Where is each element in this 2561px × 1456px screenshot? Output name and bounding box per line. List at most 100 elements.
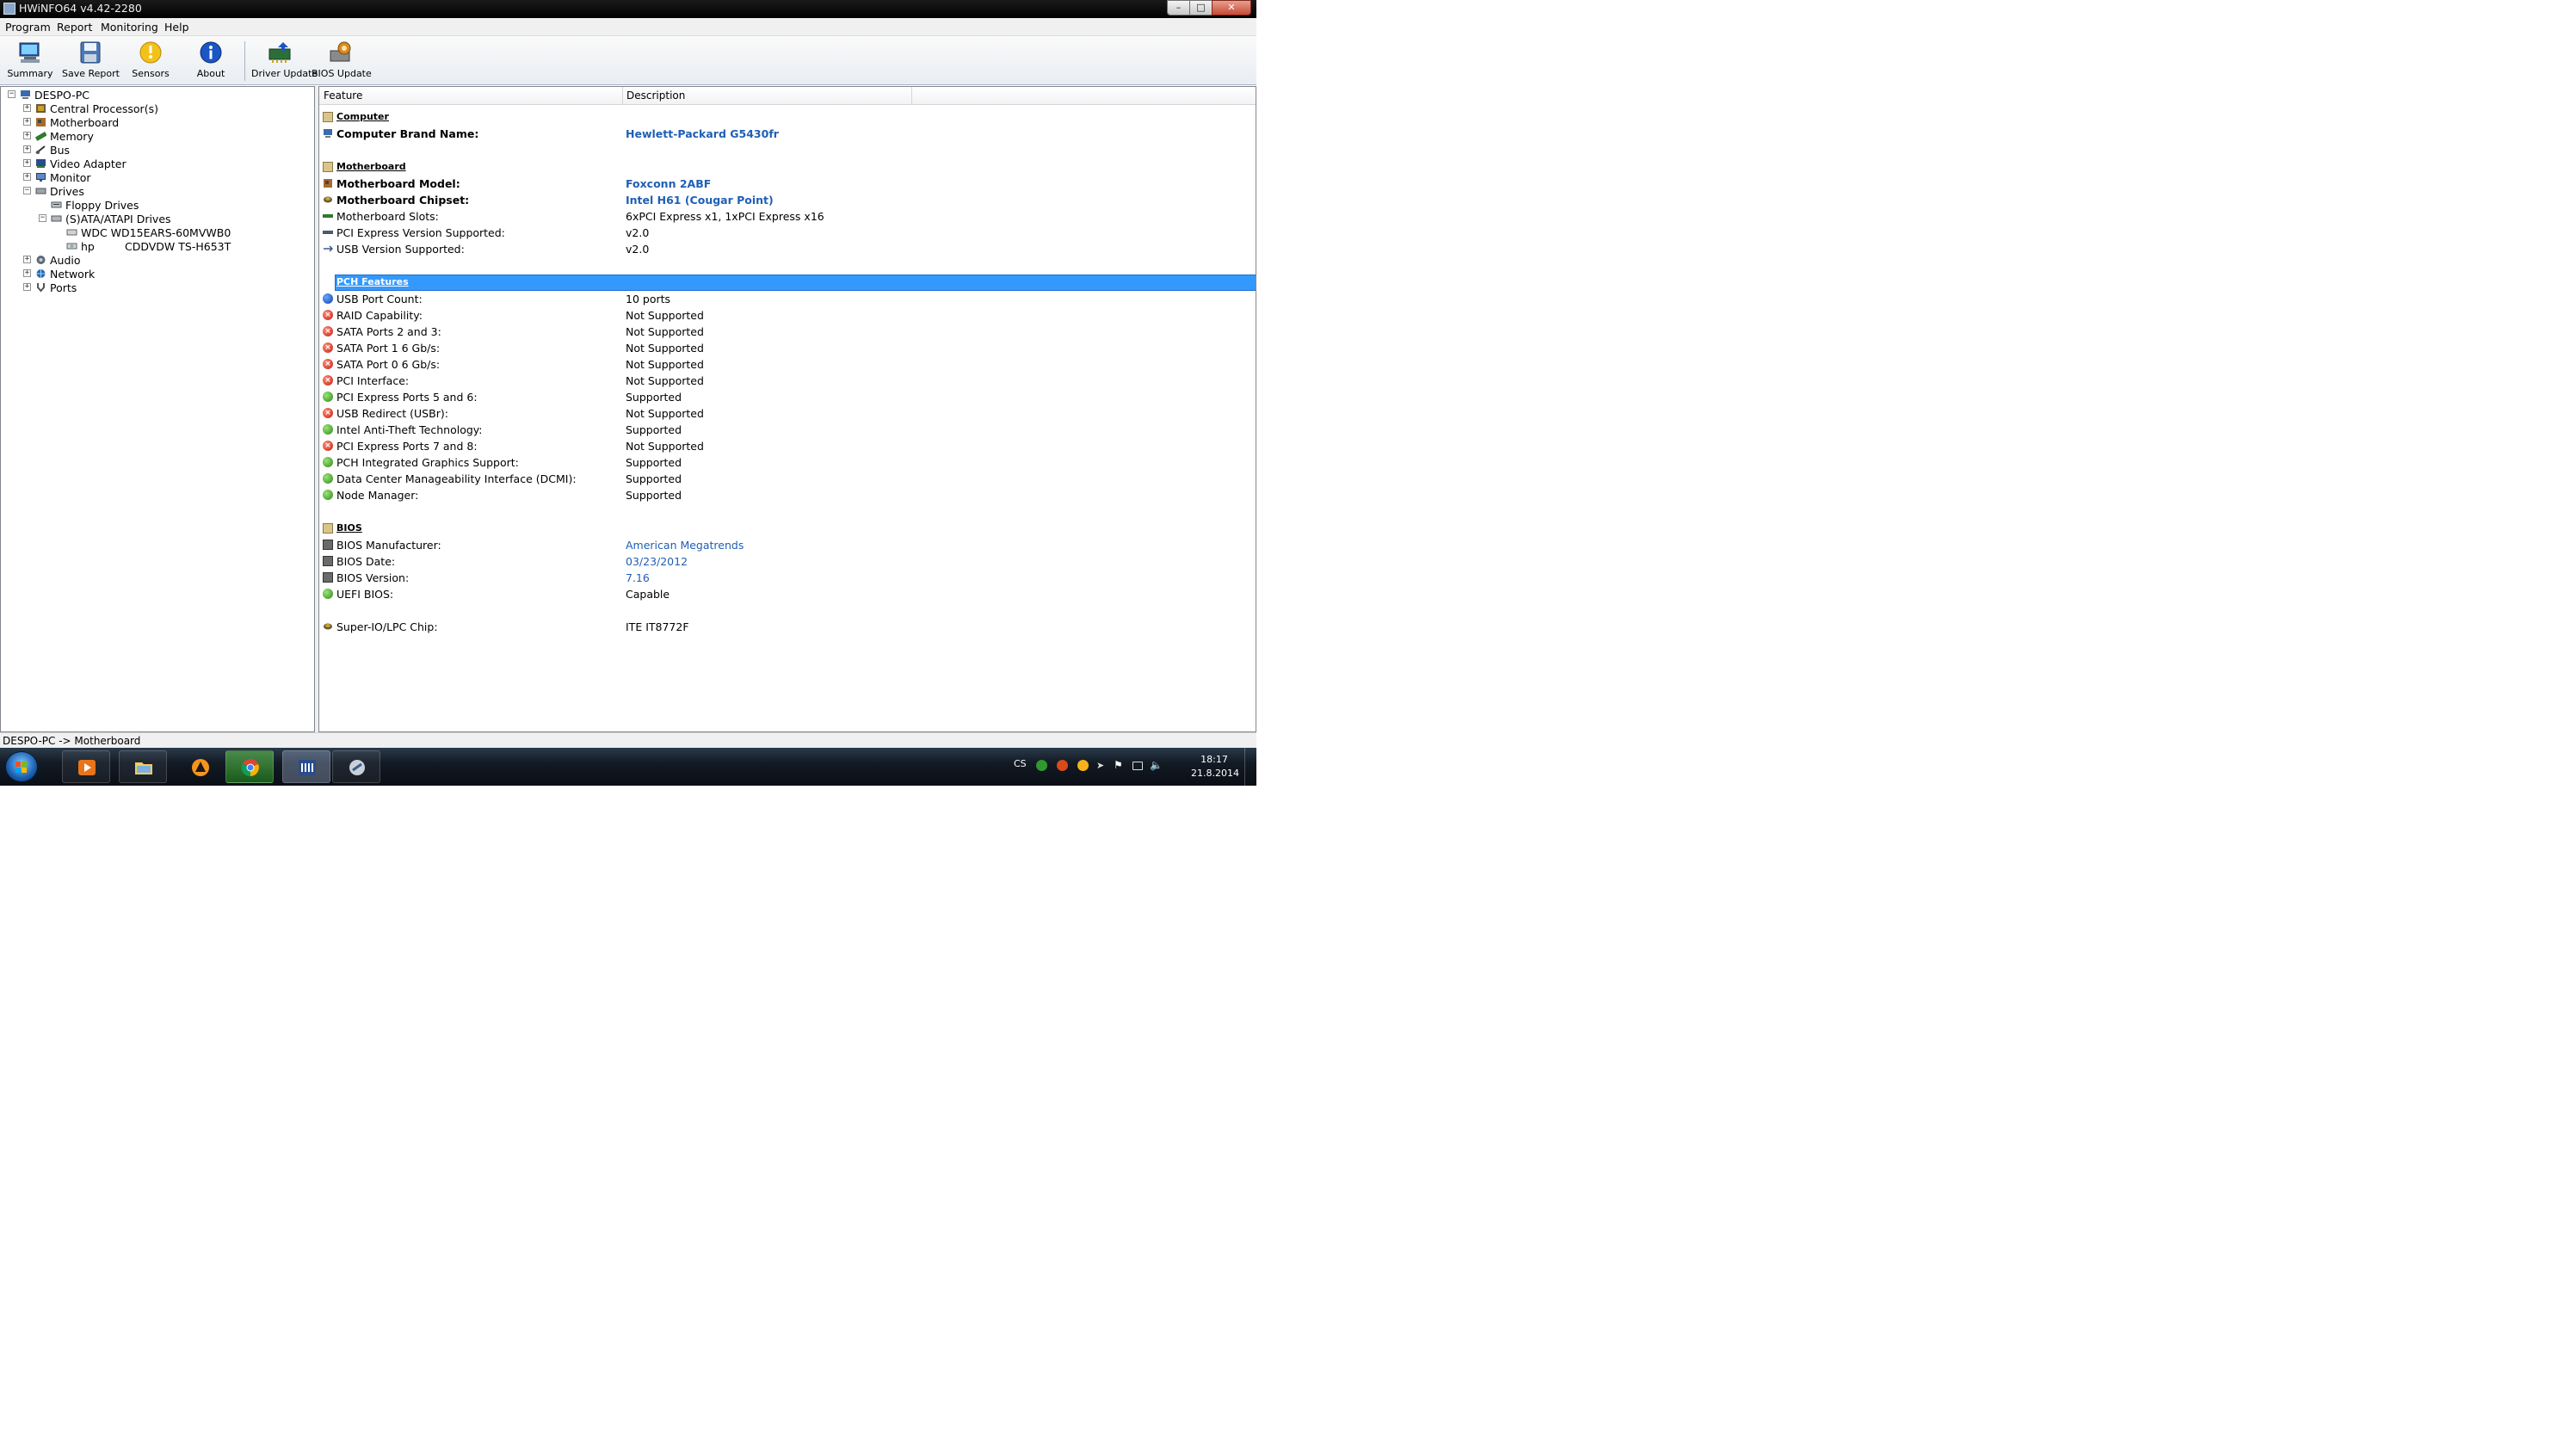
- list-item-pch-feature[interactable]: × SATA Port 1 6 Gb/s: Not Supported: [319, 340, 1256, 356]
- maximize-button[interactable]: □: [1189, 0, 1213, 15]
- list-item-pch-feature[interactable]: × PCI Express Ports 7 and 8: Not Supported: [319, 438, 1256, 454]
- feature-value: Supported: [626, 472, 682, 485]
- list-item-pch-feature[interactable]: USB Port Count: 10 ports: [319, 291, 1256, 307]
- taskbar-hwinfo[interactable]: [282, 750, 330, 783]
- sensors-button[interactable]: Sensors: [122, 38, 179, 83]
- feature-label: Intel Anti-Theft Technology:: [336, 423, 483, 436]
- detail-list[interactable]: Feature Description Computer Computer Br…: [318, 86, 1256, 732]
- list-item-pch-feature[interactable]: × SATA Port 0 6 Gb/s: Not Supported: [319, 356, 1256, 373]
- feature-value: Not Supported: [626, 440, 704, 453]
- supported-icon: [323, 424, 333, 435]
- device-tree[interactable]: − DESPO-PC + Central Processor(s) + Moth…: [0, 86, 315, 732]
- collapse-icon[interactable]: −: [23, 187, 31, 194]
- taskbar-avast[interactable]: [176, 750, 224, 783]
- taskbar-remote-app[interactable]: [332, 750, 380, 783]
- taskbar-media-player[interactable]: [62, 750, 110, 783]
- menu-program[interactable]: Program: [5, 21, 51, 34]
- summary-button[interactable]: Summary: [2, 38, 59, 83]
- taskbar-chrome[interactable]: [225, 750, 274, 783]
- language-indicator[interactable]: CS: [1014, 758, 1027, 769]
- expand-icon[interactable]: +: [23, 145, 31, 153]
- list-item-pch-feature[interactable]: PCH Integrated Graphics Support: Supporte…: [319, 454, 1256, 471]
- bios-update-button[interactable]: BIOS Update: [312, 38, 372, 83]
- tray-antivirus-icon[interactable]: [1036, 760, 1047, 771]
- driver-update-button[interactable]: Driver Update: [251, 38, 318, 83]
- screen: HWiNFO64 v4.42-2280 – □ ✕ Program Report…: [0, 0, 1265, 786]
- expand-icon[interactable]: +: [23, 159, 31, 167]
- start-button[interactable]: [5, 751, 38, 782]
- section-motherboard[interactable]: Motherboard: [319, 159, 1256, 176]
- network-tray-icon[interactable]: [1132, 762, 1143, 770]
- expand-icon[interactable]: +: [23, 118, 31, 126]
- list-item-mb-chipset[interactable]: Motherboard Chipset: Intel H61 (Cougar P…: [319, 192, 1256, 208]
- action-center-flag-icon[interactable]: ⚑: [1114, 760, 1125, 771]
- floppy-icon: [51, 201, 62, 208]
- section-bios[interactable]: BIOS: [319, 521, 1256, 537]
- list-item-pch-feature[interactable]: Data Center Manageability Interface (DCM…: [319, 471, 1256, 487]
- slot-icon: [323, 214, 333, 218]
- section-computer[interactable]: Computer: [319, 109, 1256, 126]
- supported-icon: [323, 473, 333, 484]
- expand-icon[interactable]: +: [23, 269, 31, 277]
- list-item-pch-feature[interactable]: × RAID Capability: Not Supported: [319, 307, 1256, 324]
- list-item-pch-feature[interactable]: Node Manager: Supported: [319, 487, 1256, 503]
- not-supported-icon: ×: [323, 375, 333, 386]
- chip-icon: [324, 623, 332, 630]
- collapse-icon[interactable]: −: [39, 214, 46, 222]
- feature-value: Supported: [626, 423, 682, 436]
- taskbar-clock[interactable]: 18:17 21.8.2014: [1191, 753, 1239, 780]
- menu-report[interactable]: Report: [57, 21, 92, 34]
- column-separator[interactable]: [911, 87, 912, 104]
- drives-icon: [35, 188, 46, 194]
- list-item-mb-slots[interactable]: Motherboard Slots: 6xPCI Express x1, 1xP…: [319, 208, 1256, 225]
- menu-monitoring[interactable]: Monitoring: [101, 21, 158, 34]
- expand-icon[interactable]: +: [23, 256, 31, 263]
- list-item-pch-feature[interactable]: × USB Redirect (USBr): Not Supported: [319, 405, 1256, 422]
- expand-icon[interactable]: +: [23, 173, 31, 181]
- list-item-bios-manufacturer[interactable]: BIOS Manufacturer: American Megatrends: [319, 537, 1256, 553]
- volume-icon[interactable]: 🔈: [1150, 760, 1163, 771]
- list-item-brand[interactable]: Computer Brand Name: Hewlett-Packard G54…: [319, 126, 1256, 142]
- tray-avast-icon[interactable]: [1077, 760, 1089, 771]
- column-separator[interactable]: [622, 87, 623, 104]
- bios-update-icon: [330, 41, 351, 62]
- collapse-icon[interactable]: −: [8, 90, 15, 98]
- bios-chip-icon: [323, 540, 333, 550]
- feature-label: Node Manager:: [336, 489, 419, 502]
- feature-label: SATA Port 1 6 Gb/s:: [336, 342, 441, 355]
- expand-icon[interactable]: +: [23, 283, 31, 291]
- computer-icon: [324, 129, 332, 138]
- list-item-bios-version[interactable]: BIOS Version: 7.16: [319, 570, 1256, 586]
- motherboard-icon: [36, 118, 46, 126]
- column-description[interactable]: Description: [626, 89, 685, 102]
- list-item-pch-feature[interactable]: × SATA Ports 2 and 3: Not Supported: [319, 324, 1256, 340]
- memory-icon: [35, 132, 46, 141]
- about-button[interactable]: About: [182, 38, 239, 83]
- tray-app-icon[interactable]: [1057, 760, 1068, 771]
- column-feature[interactable]: Feature: [324, 89, 362, 102]
- expand-icon[interactable]: +: [23, 132, 31, 139]
- summary-icon: [19, 42, 40, 63]
- list-item-bios-date[interactable]: BIOS Date: 03/23/2012: [319, 553, 1256, 570]
- list-item-superio[interactable]: Super-IO/LPC Chip: ITE IT8772F: [319, 619, 1256, 635]
- minimize-button[interactable]: –: [1167, 0, 1190, 15]
- feature-label: PCH Integrated Graphics Support:: [336, 456, 519, 469]
- menu-help[interactable]: Help: [164, 21, 189, 34]
- optical-drive-icon: [66, 243, 77, 250]
- list-item-pch-feature[interactable]: Intel Anti-Theft Technology: Supported: [319, 422, 1256, 438]
- expand-icon[interactable]: +: [23, 104, 31, 112]
- feature-value: Not Supported: [626, 407, 704, 420]
- section-pch-features[interactable]: PCH Features: [319, 275, 1256, 291]
- not-supported-icon: ×: [323, 310, 333, 320]
- list-item-pch-feature[interactable]: PCI Express Ports 5 and 6: Supported: [319, 389, 1256, 405]
- list-item-mb-model[interactable]: Motherboard Model: Foxconn 2ABF: [319, 176, 1256, 192]
- show-desktop-button[interactable]: [1244, 748, 1257, 786]
- list-item-usb-version[interactable]: USB Version Supported: v2.0: [319, 241, 1256, 257]
- list-item-uefi-bios[interactable]: UEFI BIOS: Capable: [319, 586, 1256, 602]
- close-button[interactable]: ✕: [1212, 0, 1251, 15]
- tray-arrow-icon[interactable]: ➤: [1096, 760, 1108, 771]
- taskbar-explorer[interactable]: [119, 750, 167, 783]
- save-report-button[interactable]: Save Report: [62, 38, 120, 83]
- list-item-pch-feature[interactable]: × PCI Interface: Not Supported: [319, 373, 1256, 389]
- list-item-pcie-version[interactable]: PCI Express Version Supported: v2.0: [319, 225, 1256, 241]
